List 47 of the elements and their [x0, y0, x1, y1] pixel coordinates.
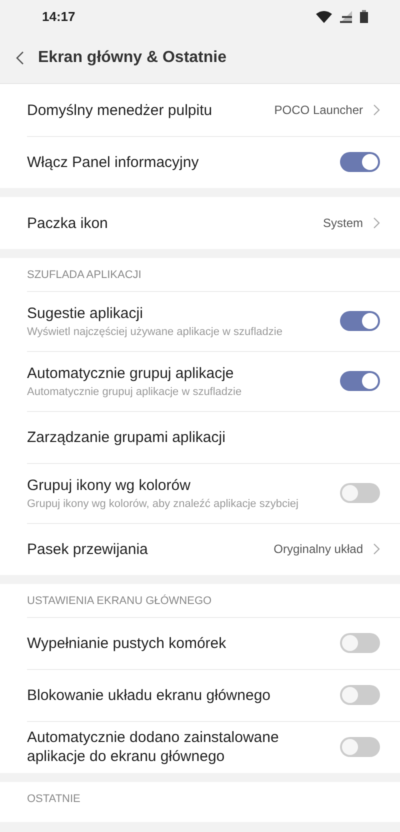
setting-label: Grupuj ikony wg kolorów — [27, 476, 192, 495]
settings-row[interactable]: Włącz Panel informacyjny — [0, 136, 400, 188]
setting-label: Automatycznie dodano zainstalowane aplikacje do ekranu głównego — [27, 728, 280, 766]
toggle-switch[interactable] — [340, 483, 380, 503]
setting-label: Paczka ikon — [27, 214, 109, 232]
chevron-right-icon — [373, 104, 380, 116]
setting-value: System — [322, 216, 363, 230]
settings-row[interactable]: Blokowanie układu ekranu głównego — [0, 669, 400, 721]
settings-row[interactable]: Wypełnianie pustych komórek — [0, 617, 400, 669]
setting-description: Grupuj ikony wg kolorów, aby znaleźć aplikacje szybciej — [27, 498, 300, 510]
setting-value: Oryginalny układ — [274, 542, 363, 556]
settings-row[interactable]: Zarządzanie grupami aplikacji — [0, 411, 400, 463]
setting-label: Pasek przewijania — [27, 540, 149, 558]
section-header: OSTATNIE — [26, 792, 82, 807]
status-time: 14:17 — [42, 9, 76, 24]
setting-label: Włącz Panel informacyjny — [27, 152, 200, 172]
setting-label: Sugestie aplikacji — [27, 304, 144, 323]
back-icon[interactable] — [16, 51, 24, 65]
settings-row[interactable]: Domyślny menedżer pulpitu POCO Launcher — [0, 84, 400, 136]
setting-value: POCO Launcher — [274, 103, 363, 117]
toggle-switch[interactable] — [340, 685, 380, 705]
wifi-icon — [316, 10, 332, 22]
settings-row[interactable]: Automatycznie grupuj aplikacje Automatycznie grupuj aplikacje w szufladzie — [0, 351, 400, 411]
section-header: USTAWIENIA EKRANU GŁÓWNEGO — [26, 594, 213, 609]
toggle-switch[interactable] — [340, 311, 380, 331]
chevron-right-icon — [373, 217, 380, 229]
setting-label: Zarządzanie grupami aplikacji — [27, 428, 226, 446]
toggle-switch[interactable] — [340, 371, 380, 391]
setting-description: Automatycznie grupuj aplikacje w szufladzie — [27, 386, 243, 398]
setting-label: Wypełnianie pustych komórek — [27, 634, 228, 652]
setting-label: Blokowanie układu ekranu głównego — [27, 686, 272, 704]
toggle-switch[interactable] — [340, 633, 380, 653]
toggle-switch[interactable] — [340, 152, 380, 172]
settings-row[interactable]: Paczka ikon System — [0, 197, 400, 249]
setting-description: Wyświetl najczęściej używane aplikacje w szufladzie — [27, 326, 284, 338]
battery-icon — [360, 10, 368, 23]
setting-label: Automatycznie grupuj aplikacje — [27, 364, 235, 383]
page-title: Ekran główny & Ostatnie — [38, 49, 226, 67]
signal-icon — [340, 10, 352, 22]
settings-row[interactable]: Grupuj ikony wg kolorów Grupuj ikony wg kolorów, aby znaleźć aplikacje szybciej — [0, 463, 400, 523]
section-header: SZUFLADA APLIKACJI — [26, 268, 142, 283]
setting-label: Domyślny menedżer pulpitu — [27, 100, 214, 120]
toggle-switch[interactable] — [340, 737, 380, 757]
chevron-right-icon — [373, 543, 380, 555]
settings-row[interactable]: Sugestie aplikacji Wyświetl najczęściej używane aplikacje w szufladzie — [0, 291, 400, 351]
settings-row[interactable]: Automatycznie dodano zainstalowane aplikacje do ekranu głównego — [0, 721, 400, 773]
settings-row[interactable]: Pasek przewijania Oryginalny układ — [0, 523, 400, 575]
